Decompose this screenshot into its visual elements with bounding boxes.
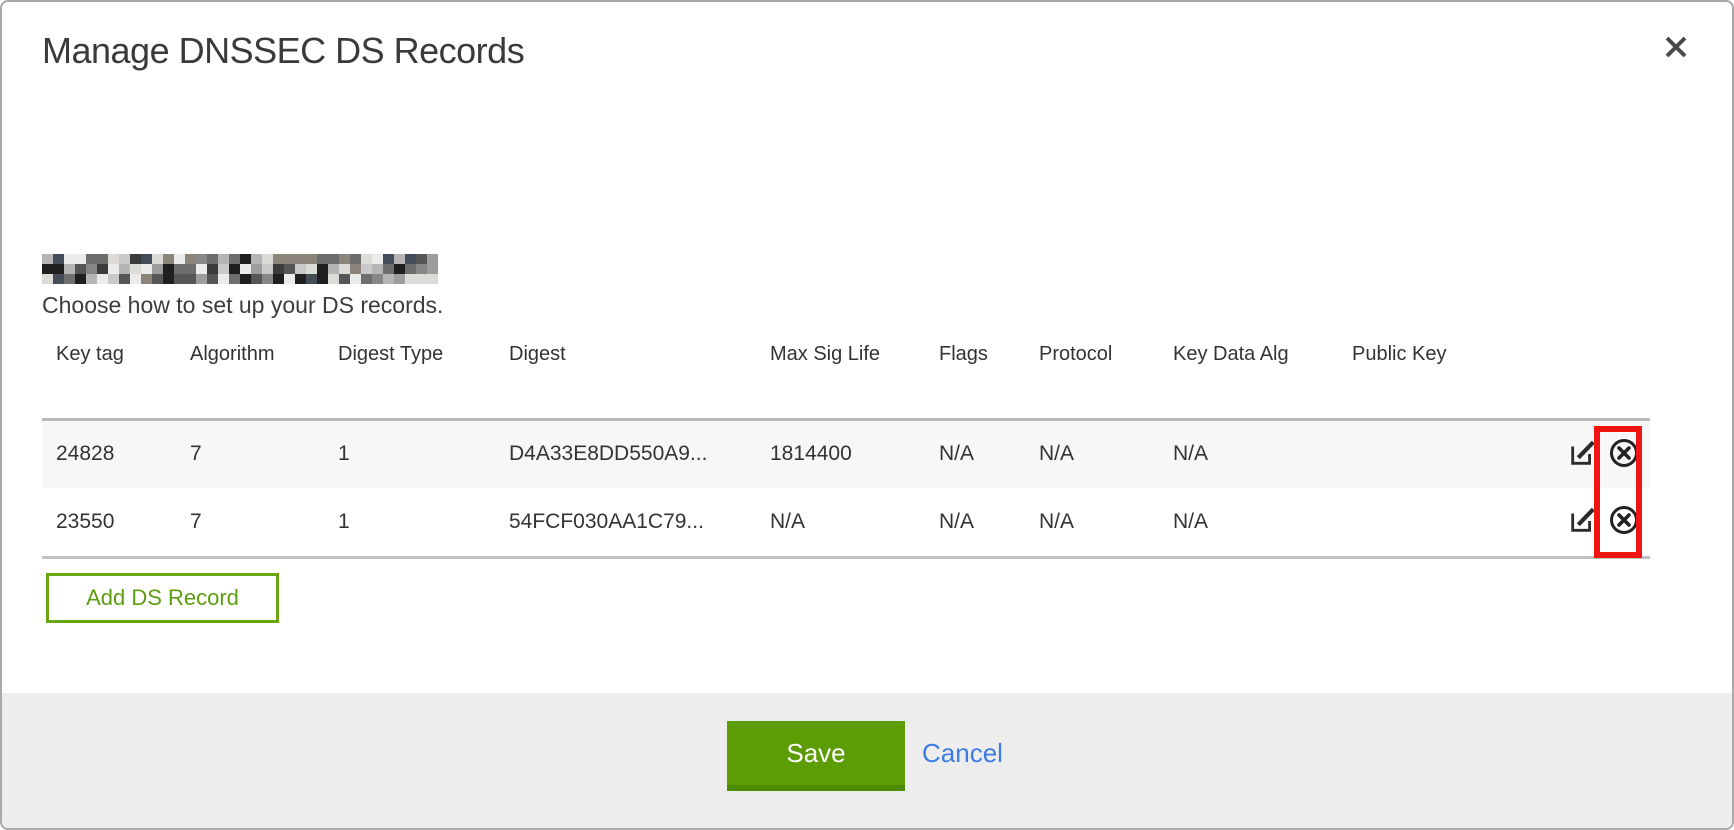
delete-circle-x-icon: [1608, 457, 1640, 472]
delete-record-button[interactable]: [1608, 437, 1640, 472]
cell-digest-type: 1: [324, 488, 495, 557]
cell-protocol: N/A: [1025, 419, 1159, 488]
cancel-link[interactable]: Cancel: [922, 721, 1003, 785]
close-icon: [1662, 33, 1690, 64]
table-row: 23550 7 1 54FCF030AA1C79... N/A N/A N/A …: [42, 488, 1650, 557]
cell-algorithm: 7: [176, 488, 324, 557]
cell-max-sig-life: N/A: [756, 488, 925, 557]
domain-name-redacted: [42, 254, 438, 284]
cell-protocol: N/A: [1025, 488, 1159, 557]
cell-flags: N/A: [925, 419, 1025, 488]
col-header-key-data-alg: Key Data Alg: [1159, 334, 1338, 419]
col-header-algorithm: Algorithm: [176, 334, 324, 419]
cell-key-tag: 23550: [42, 488, 176, 557]
instruction-text: Choose how to set up your DS records.: [42, 292, 443, 319]
cell-algorithm: 7: [176, 419, 324, 488]
cell-digest-type: 1: [324, 419, 495, 488]
delete-circle-x-icon: [1608, 524, 1640, 539]
col-header-protocol: Protocol: [1025, 334, 1159, 419]
close-button[interactable]: [1658, 30, 1694, 66]
cell-digest: D4A33E8DD550A9...: [495, 419, 756, 488]
cell-key-data-alg: N/A: [1159, 488, 1338, 557]
col-header-key-tag: Key tag: [42, 334, 176, 419]
manage-dnssec-dialog: Manage DNSSEC DS Records Choose how to s…: [0, 0, 1734, 830]
table-row: 24828 7 1 D4A33E8DD550A9... 1814400 N/A …: [42, 419, 1650, 488]
col-header-digest-type: Digest Type: [324, 334, 495, 419]
edit-record-button[interactable]: [1568, 505, 1598, 538]
cell-actions: [1488, 488, 1650, 557]
col-header-actions: [1488, 334, 1650, 419]
cell-key-tag: 24828: [42, 419, 176, 488]
edit-pencil-icon: [1568, 456, 1598, 471]
edit-record-button[interactable]: [1568, 438, 1598, 471]
col-header-max-sig-life: Max Sig Life: [756, 334, 925, 419]
cell-max-sig-life: 1814400: [756, 419, 925, 488]
edit-pencil-icon: [1568, 523, 1598, 538]
dialog-footer: Save Cancel: [2, 693, 1732, 828]
col-header-flags: Flags: [925, 334, 1025, 419]
cell-digest: 54FCF030AA1C79...: [495, 488, 756, 557]
page-title: Manage DNSSEC DS Records: [42, 30, 524, 72]
add-ds-record-button[interactable]: Add DS Record: [46, 573, 279, 623]
cell-flags: N/A: [925, 488, 1025, 557]
ds-records-table-wrap: Key tag Algorithm Digest Type Digest Max…: [42, 334, 1650, 559]
delete-record-button[interactable]: [1608, 504, 1640, 539]
cell-public-key: [1338, 488, 1488, 557]
col-header-public-key: Public Key: [1338, 334, 1488, 419]
cell-actions: [1488, 419, 1650, 488]
save-button[interactable]: Save: [727, 721, 905, 791]
ds-records-table: Key tag Algorithm Digest Type Digest Max…: [42, 334, 1650, 559]
table-header-row: Key tag Algorithm Digest Type Digest Max…: [42, 334, 1650, 419]
col-header-digest: Digest: [495, 334, 756, 419]
cell-key-data-alg: N/A: [1159, 419, 1338, 488]
cell-public-key: [1338, 419, 1488, 488]
